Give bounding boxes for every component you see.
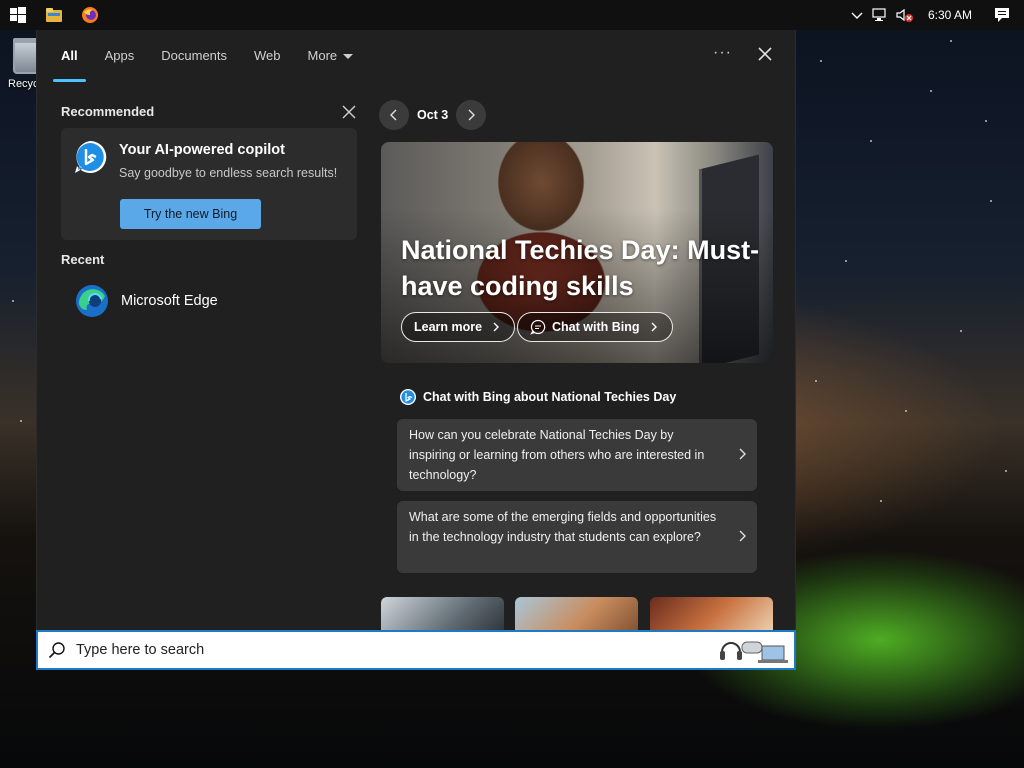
bing-logo-icon bbox=[75, 140, 107, 173]
next-day-button[interactable] bbox=[456, 100, 487, 130]
thumbnail-2[interactable] bbox=[515, 597, 638, 630]
question-text: What are some of the emerging fields and… bbox=[409, 510, 717, 544]
chevron-right-icon bbox=[651, 322, 657, 332]
clock[interactable]: 6:30 AM bbox=[928, 8, 972, 22]
firefox-icon bbox=[82, 7, 98, 23]
close-icon[interactable] bbox=[755, 44, 775, 64]
tab-more-label: More bbox=[307, 48, 338, 63]
chevron-right-icon bbox=[739, 448, 746, 460]
thumbnail-1[interactable] bbox=[381, 597, 504, 630]
start-icon bbox=[10, 7, 26, 23]
search-icon bbox=[48, 642, 65, 659]
chevron-up-icon[interactable] bbox=[850, 8, 864, 22]
previous-day-button[interactable] bbox=[379, 100, 409, 130]
tab-documents[interactable]: Documents bbox=[161, 30, 227, 82]
volume-muted-icon[interactable] bbox=[896, 8, 914, 22]
taskbar-search-box[interactable] bbox=[36, 630, 796, 670]
search-highlight-decoration-icon bbox=[720, 641, 788, 663]
chevron-down-icon bbox=[343, 54, 354, 60]
chat-with-bing-button[interactable]: Chat with Bing bbox=[517, 312, 673, 342]
highlight-hero-card[interactable]: National Techies Day: Must-have coding s… bbox=[381, 142, 773, 363]
file-explorer-icon bbox=[46, 8, 62, 22]
recommended-title: Recommended bbox=[61, 104, 155, 119]
copilot-card-subtitle: Say goodbye to endless search results! bbox=[119, 166, 338, 180]
recent-item-microsoft-edge[interactable]: Microsoft Edge bbox=[75, 284, 218, 318]
question-text: How can you celebrate National Techies D… bbox=[409, 428, 705, 482]
dismiss-recommended-icon[interactable] bbox=[341, 104, 357, 120]
action-center-icon[interactable] bbox=[994, 7, 1010, 23]
search-tabs: All Apps Documents Web More bbox=[37, 30, 797, 82]
thumbnail-3[interactable] bbox=[650, 597, 773, 630]
system-tray: 6:30 AM bbox=[850, 0, 1024, 30]
file-explorer-button[interactable] bbox=[36, 0, 72, 30]
bing-chat-icon bbox=[400, 389, 416, 405]
network-icon[interactable] bbox=[872, 8, 888, 22]
tab-more[interactable]: More bbox=[308, 30, 354, 82]
learn-more-label: Learn more bbox=[414, 320, 483, 334]
chevron-left-icon bbox=[390, 109, 397, 121]
tab-apps[interactable]: Apps bbox=[105, 30, 135, 82]
suggested-question-2[interactable]: What are some of the emerging fields and… bbox=[397, 501, 757, 573]
suggested-question-1[interactable]: How can you celebrate National Techies D… bbox=[397, 419, 757, 491]
tab-all[interactable]: All bbox=[53, 30, 86, 82]
recent-title: Recent bbox=[61, 252, 105, 267]
chat-header-text: Chat with Bing about National Techies Da… bbox=[423, 390, 677, 404]
try-new-bing-button[interactable]: Try the new Bing bbox=[120, 199, 261, 229]
recent-item-label: Microsoft Edge bbox=[121, 293, 218, 309]
more-options-button[interactable]: ··· bbox=[713, 44, 732, 62]
highlight-thumbnails bbox=[381, 597, 773, 630]
tab-web[interactable]: Web bbox=[254, 30, 281, 82]
chevron-right-icon bbox=[739, 530, 746, 542]
start-button[interactable] bbox=[0, 0, 36, 30]
chevron-right-icon bbox=[468, 109, 476, 121]
search-input[interactable] bbox=[76, 642, 676, 658]
chat-with-bing-label: Chat with Bing bbox=[552, 320, 640, 334]
chat-bubble-icon bbox=[530, 319, 546, 335]
copilot-card-title: Your AI-powered copilot bbox=[119, 142, 285, 158]
search-panel: All Apps Documents Web More ··· Recommen… bbox=[36, 30, 796, 630]
hero-headline: National Techies Day: Must-have coding s… bbox=[401, 235, 760, 301]
copilot-promo-card: Your AI-powered copilot Say goodbye to e… bbox=[61, 128, 357, 240]
learn-more-button[interactable]: Learn more bbox=[401, 312, 516, 342]
highlight-date: Oct 3 bbox=[417, 108, 449, 122]
taskbar: 6:30 AM bbox=[0, 0, 1024, 30]
chevron-right-icon bbox=[493, 322, 500, 332]
firefox-button[interactable] bbox=[72, 0, 108, 30]
highlights-date-nav: Oct 3 bbox=[379, 100, 487, 130]
chat-with-bing-header: Chat with Bing about National Techies Da… bbox=[399, 388, 676, 406]
edge-icon bbox=[76, 285, 108, 317]
